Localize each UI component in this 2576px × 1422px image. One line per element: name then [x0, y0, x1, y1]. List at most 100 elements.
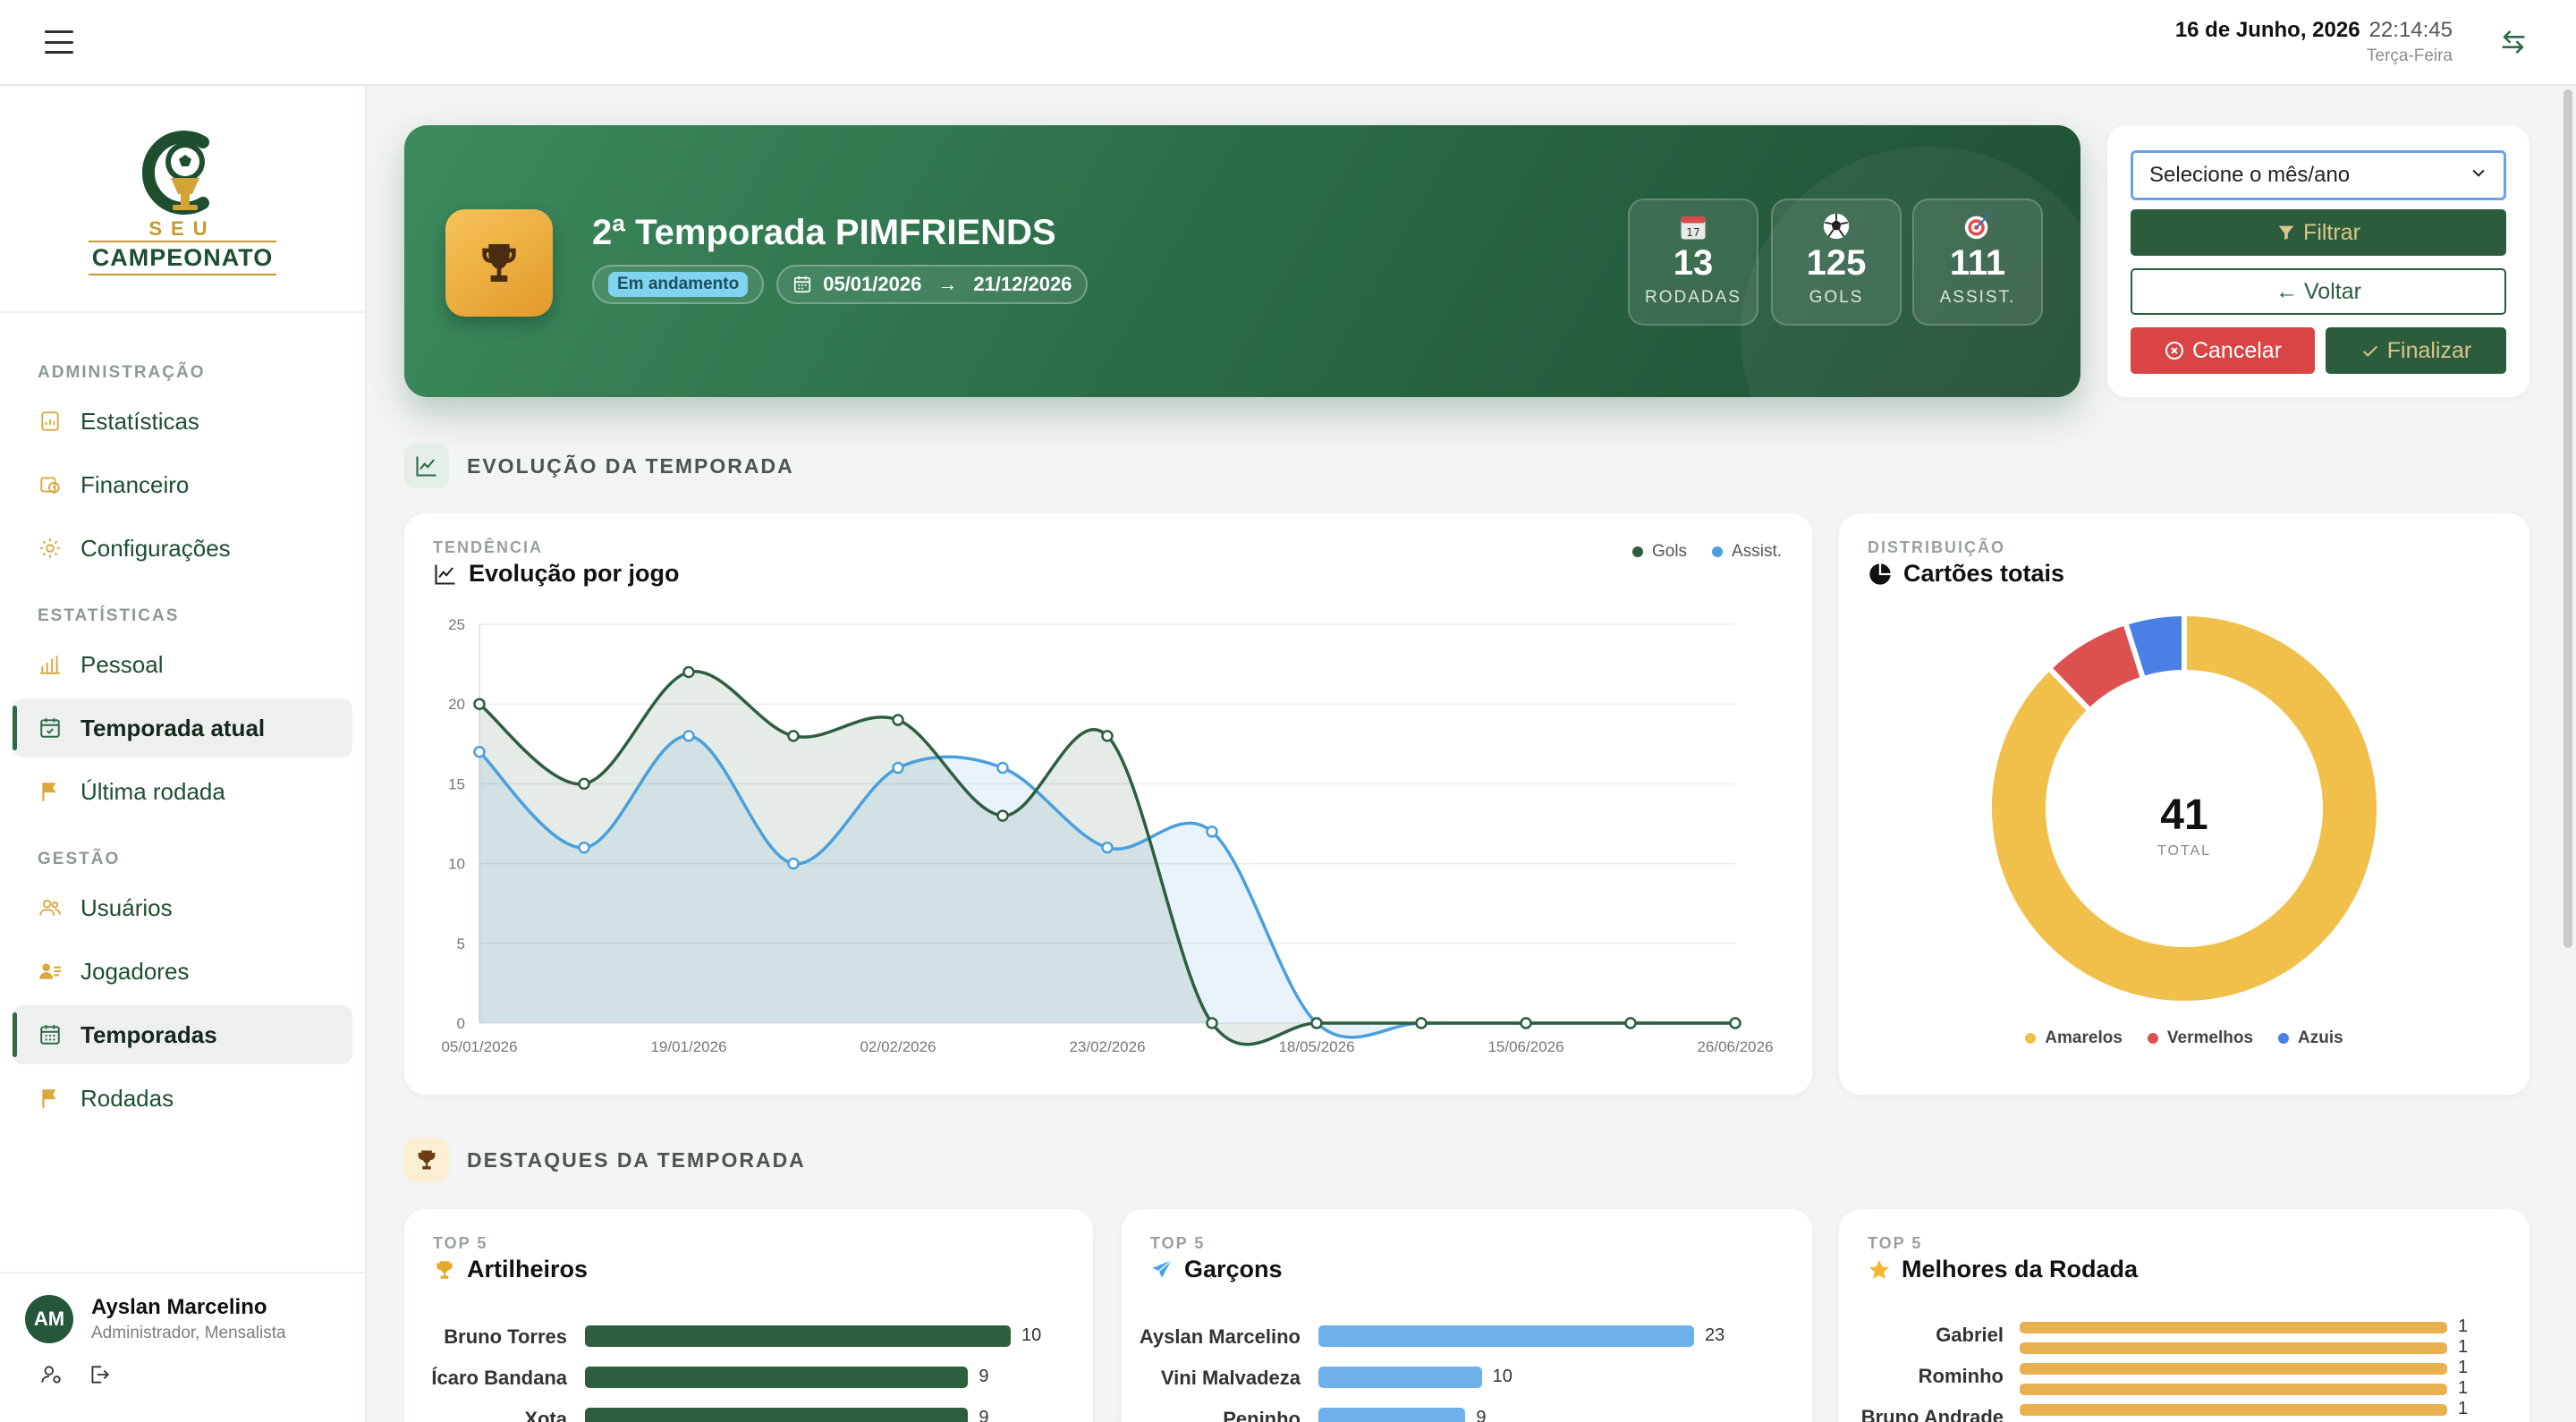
sidebar-item-estatisticas[interactable]: Estatísticas — [13, 392, 352, 451]
users-icon — [38, 895, 63, 920]
bar[interactable] — [1318, 1408, 1466, 1422]
data-point[interactable] — [1101, 730, 1114, 742]
y-tick-label: 10 — [448, 856, 465, 873]
bar[interactable] — [585, 1325, 1011, 1347]
bar[interactable] — [2020, 1383, 2447, 1395]
chart-title: Melhores da Rodada — [1902, 1256, 2139, 1282]
data-point[interactable] — [1206, 825, 1218, 838]
data-point[interactable] — [1206, 1017, 1218, 1029]
data-point[interactable] — [473, 698, 486, 710]
bar[interactable] — [1318, 1367, 1482, 1388]
legend-label: Amarelos — [2045, 1028, 2123, 1047]
month-year-select[interactable]: Selecione o mês/ano — [2131, 150, 2506, 200]
card-eyebrow: TOP 5 — [1868, 1234, 1923, 1252]
user-card: AM Ayslan Marcelino Administrador, Mensa… — [0, 1272, 365, 1422]
bar[interactable] — [2020, 1362, 2447, 1375]
brand-logo[interactable]: SEU CAMPEONATO — [0, 86, 365, 313]
x-tick-label: 19/01/2026 — [650, 1038, 726, 1055]
sidebar-item-configuracoes[interactable]: Configurações — [13, 519, 352, 578]
bar-value: 23 — [1705, 1325, 1725, 1345]
card-title: Melhores da Rodada — [1868, 1256, 2138, 1283]
finish-button[interactable]: Finalizar — [2326, 327, 2506, 374]
card-eyebrow: TOP 5 — [433, 1234, 488, 1252]
sidebar-item-label: Última rodada — [80, 777, 225, 805]
stat-value: 111 — [1949, 243, 2006, 283]
card-title: Artilheiros — [433, 1256, 588, 1283]
data-point[interactable] — [787, 730, 800, 742]
datetime-display: 16 de Junho, 2026 22:14:45 Terça-Feira — [2175, 18, 2453, 66]
stat-assistencias: 111 ASSIST. — [1912, 199, 2043, 326]
bar[interactable] — [1318, 1325, 1694, 1347]
sidebar-item-temporada-atual[interactable]: Temporada atual — [13, 698, 352, 758]
back-button-label: ← Voltar — [2275, 278, 2361, 304]
stat-gols: 125 GOLS — [1771, 199, 1902, 326]
data-point[interactable] — [578, 842, 590, 854]
legend-item-azuis[interactable]: Azuis — [2278, 1028, 2343, 1048]
bar-label: Gabriel — [1936, 1324, 2004, 1346]
legend-label: Azuis — [2298, 1028, 2343, 1047]
data-point[interactable] — [578, 777, 590, 791]
data-point[interactable] — [996, 809, 1009, 822]
calendar-grid-icon — [38, 1022, 63, 1047]
sidebar-item-label: Rodadas — [80, 1084, 174, 1112]
data-point[interactable] — [892, 714, 904, 726]
sidebar-item-usuarios[interactable]: Usuários — [13, 878, 352, 937]
data-point[interactable] — [787, 857, 800, 870]
sidebar-item-pessoal[interactable]: Pessoal — [13, 635, 352, 694]
trophy-icon — [433, 1258, 456, 1282]
filter-button[interactable]: Filtrar — [2131, 209, 2506, 256]
sidebar-item-ultima-rodada[interactable]: Última rodada — [13, 762, 352, 821]
status-text: Em andamento — [608, 272, 749, 297]
data-point[interactable] — [1415, 1017, 1428, 1029]
data-point[interactable] — [682, 730, 695, 742]
calendar-icon — [792, 275, 812, 294]
swap-arrows-icon[interactable] — [2496, 24, 2531, 60]
user-profile-icon[interactable] — [39, 1363, 63, 1391]
bar[interactable] — [2020, 1342, 2447, 1354]
y-tick-label: 20 — [448, 696, 465, 713]
hamburger-menu-icon[interactable] — [45, 30, 73, 54]
bar-label: Bruno Andrade — [1860, 1406, 2004, 1422]
logout-icon[interactable] — [88, 1363, 111, 1391]
data-point[interactable] — [1729, 1017, 1741, 1029]
y-tick-label: 25 — [448, 616, 465, 633]
data-point[interactable] — [682, 665, 695, 679]
data-point[interactable] — [892, 761, 904, 774]
stat-label: ASSIST. — [1939, 288, 2016, 307]
data-point[interactable] — [996, 761, 1009, 774]
stat-label: GOLS — [1809, 288, 1864, 307]
data-point[interactable] — [1624, 1017, 1637, 1029]
season-title: 2ª Temporada PIMFRIENDS — [592, 213, 1056, 252]
sidebar-item-temporadas[interactable]: Temporadas — [13, 1005, 352, 1064]
season-date-range: 05/01/2026 → 21/12/2026 — [776, 265, 1089, 304]
legend-item-amarelos[interactable]: Amarelos — [2025, 1028, 2123, 1048]
nav-section-gestao: GESTÃO — [38, 850, 121, 868]
bar[interactable] — [2020, 1403, 2447, 1416]
bar[interactable] — [585, 1367, 969, 1388]
cancel-button[interactable]: Cancelar — [2131, 327, 2315, 374]
sidebar-item-rodadas[interactable]: Rodadas — [13, 1069, 352, 1128]
bar-value: 10 — [1492, 1367, 1513, 1386]
sidebar-item-financeiro[interactable]: Financeiro — [13, 455, 352, 514]
finish-button-label: Finalizar — [2386, 337, 2472, 363]
back-button[interactable]: ← Voltar — [2131, 268, 2506, 315]
stat-value: 13 — [1673, 243, 1714, 283]
donut-center-label: TOTAL — [2157, 843, 2212, 859]
trend-line-icon — [404, 444, 449, 488]
data-point[interactable] — [1310, 1017, 1323, 1029]
avatar[interactable]: AM — [25, 1295, 73, 1343]
legend-item-vermelhos[interactable]: Vermelhos — [2147, 1028, 2253, 1048]
soccer-ball-icon — [1773, 211, 1900, 243]
stat-rodadas: 17 13 RODADAS — [1628, 199, 1758, 326]
data-point[interactable] — [473, 745, 486, 758]
bar[interactable] — [2020, 1321, 2447, 1333]
bar-chart-icon — [38, 652, 63, 677]
data-point[interactable] — [1520, 1017, 1532, 1029]
sidebar-item-label: Estatísticas — [80, 407, 199, 435]
sidebar-item-jogadores[interactable]: Jogadores — [13, 942, 352, 1001]
bar[interactable] — [585, 1408, 969, 1422]
y-tick-label: 0 — [457, 1015, 465, 1032]
filter-panel: Selecione o mês/ano Filtrar ← Voltar Can… — [2107, 125, 2529, 397]
page-scrollbar[interactable] — [2563, 89, 2572, 948]
data-point[interactable] — [1101, 842, 1114, 854]
